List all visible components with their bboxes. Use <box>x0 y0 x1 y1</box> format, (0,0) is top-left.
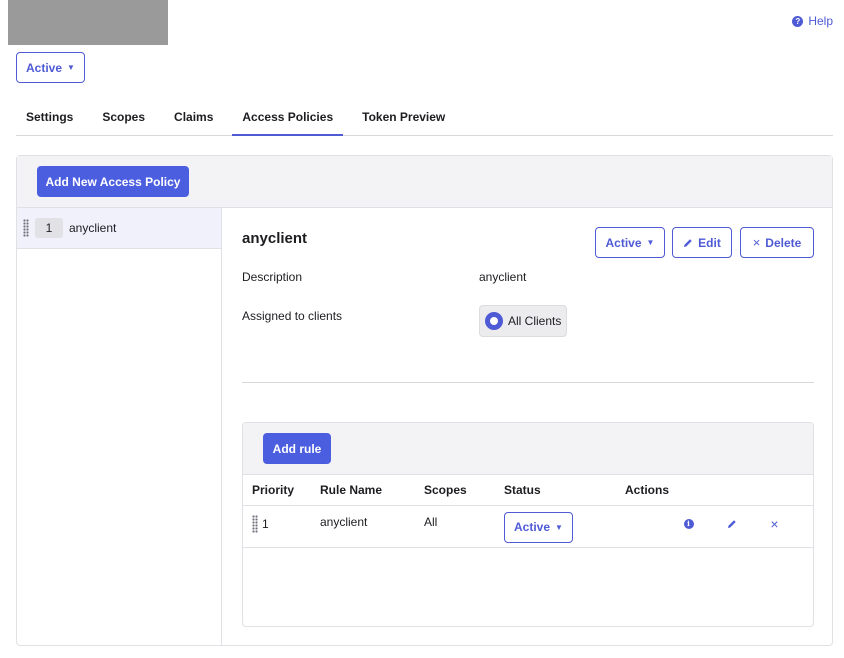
table-row: 1 anyclient All Active ▼ i × <box>243 505 813 548</box>
policy-status-label: Active <box>605 235 642 250</box>
edit-policy-button[interactable]: Edit <box>672 227 732 258</box>
description-value: anyclient <box>479 270 527 284</box>
delete-rule-button[interactable]: × <box>753 516 796 532</box>
delete-policy-button[interactable]: × Delete <box>740 227 814 258</box>
column-header-priority: Priority <box>243 475 320 506</box>
redacted-logo <box>8 0 168 45</box>
info-icon: i <box>683 518 694 529</box>
column-header-scopes: Scopes <box>424 475 504 506</box>
app-status-dropdown[interactable]: Active ▼ <box>16 52 85 83</box>
edit-rule-button[interactable] <box>710 519 753 529</box>
policy-title: anyclient <box>242 230 308 247</box>
help-label: Help <box>808 14 833 28</box>
rule-info-button[interactable]: i <box>667 518 710 529</box>
assigned-clients-value: All Clients <box>508 314 562 328</box>
policy-detail: anyclient Active ▼ Edit × Delete Descrip… <box>222 208 832 645</box>
caret-down-icon: ▼ <box>67 63 75 72</box>
radio-selected-icon <box>485 312 503 330</box>
drag-handle-icon[interactable] <box>23 219 29 237</box>
question-circle-icon: ? <box>792 15 804 27</box>
add-access-policy-button[interactable]: Add New Access Policy <box>37 166 189 197</box>
policy-list-item[interactable]: 1 anyclient <box>17 208 221 249</box>
caret-down-icon: ▼ <box>555 522 563 532</box>
access-policies-panel: Add New Access Policy 1 anyclient anycli… <box>16 155 833 646</box>
pencil-icon <box>727 519 736 528</box>
column-header-actions: Actions <box>625 475 813 506</box>
rules-table: Priority Rule Name Scopes Status Actions… <box>243 475 813 548</box>
policy-status-dropdown[interactable]: Active ▼ <box>595 227 665 258</box>
rule-scopes: All <box>424 505 504 548</box>
description-label: Description <box>242 270 303 284</box>
column-header-rule-name: Rule Name <box>320 475 424 506</box>
tab-access-policies[interactable]: Access Policies <box>232 100 344 136</box>
delete-label: Delete <box>765 235 802 250</box>
panel-header: Add New Access Policy <box>17 156 832 208</box>
tab-claims[interactable]: Claims <box>164 100 223 136</box>
caret-down-icon: ▼ <box>646 238 655 247</box>
rule-name: anyclient <box>320 505 424 548</box>
assigned-clients-label: Assigned to clients <box>242 309 343 323</box>
column-header-status: Status <box>504 475 625 506</box>
policy-list: 1 anyclient <box>17 208 222 645</box>
rule-priority: 1 <box>262 516 269 531</box>
rule-status-dropdown[interactable]: Active ▼ <box>504 511 573 543</box>
edit-label: Edit <box>698 235 721 250</box>
tab-token-preview[interactable]: Token Preview <box>352 100 455 136</box>
rule-status-label: Active <box>514 520 551 534</box>
close-icon: × <box>752 235 761 250</box>
tab-bar: Settings Scopes Claims Access Policies T… <box>16 100 833 136</box>
help-link[interactable]: ? Help <box>792 14 833 28</box>
all-clients-chip: All Clients <box>479 305 567 337</box>
rules-table-header: Priority Rule Name Scopes Status Actions <box>243 475 813 506</box>
add-rule-button[interactable]: Add rule <box>263 433 331 464</box>
close-icon: × <box>770 515 779 532</box>
policy-priority: 1 <box>35 218 63 238</box>
app-status-label: Active <box>26 60 63 75</box>
pencil-icon <box>684 238 692 247</box>
tab-scopes[interactable]: Scopes <box>92 100 155 136</box>
divider <box>242 382 814 383</box>
tab-settings[interactable]: Settings <box>16 100 83 136</box>
policy-name: anyclient <box>69 221 117 235</box>
rules-header: Add rule <box>243 423 813 475</box>
drag-handle-icon[interactable] <box>252 514 258 533</box>
rules-panel: Add rule Priority Rule Name Scopes Statu… <box>242 422 814 627</box>
